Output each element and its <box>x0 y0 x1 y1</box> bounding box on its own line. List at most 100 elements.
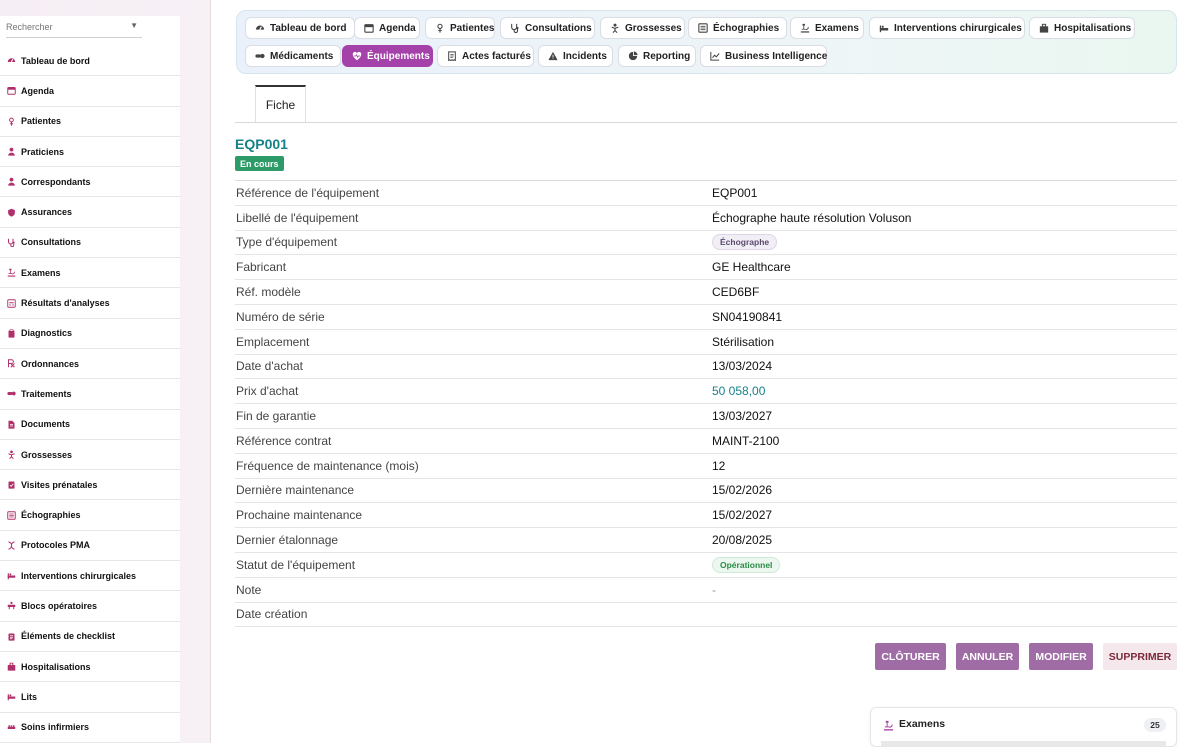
sidebar-item-label: Éléments de checklist <box>21 631 116 642</box>
sidebar-item-label: Tableau de bord <box>21 55 90 66</box>
sidebar-item-patientes[interactable]: Patientes <box>0 107 180 137</box>
sidebar-item-traitements[interactable]: Traitements <box>0 379 180 410</box>
field-value: Échographe haute résolution Voluson <box>712 210 912 225</box>
field-label: Fabricant <box>236 260 287 275</box>
lab-results-icon <box>6 298 17 309</box>
tab-label: Business Intelligence <box>725 50 828 62</box>
close-record-button[interactable]: CLÔTURER <box>875 643 946 670</box>
sidebar-item-lits[interactable]: Lits <box>0 682 180 713</box>
tab-agenda[interactable]: Agenda <box>354 17 420 39</box>
detail-row-libelle-de-l-equipement: Libellé de l'équipement Échographe haute … <box>235 206 1177 231</box>
sidebar-item-label: Documents <box>21 419 71 430</box>
field-value: MAINT-2100 <box>712 433 780 448</box>
field-value: 13/03/2027 <box>712 409 773 424</box>
field-value: Échographe <box>712 234 778 251</box>
sidebar-item-echographies[interactable]: Échographies <box>0 500 180 531</box>
sidebar-item-interventions-chirurgicales[interactable]: Interventions chirurgicales <box>0 561 180 592</box>
pills-icon <box>255 51 265 62</box>
field-value: - <box>712 582 716 597</box>
doctor-icon <box>6 146 17 157</box>
tab-examens[interactable]: Examens <box>790 17 864 39</box>
sidebar-item-ordonnances[interactable]: Ordonnances <box>0 349 180 380</box>
status-badge: Opérationnel <box>712 556 781 573</box>
tab-medicaments[interactable]: Médicaments <box>245 45 341 67</box>
sidebar-item-visites-prenatales[interactable]: Visites prénatales <box>0 470 180 501</box>
tab-echographies[interactable]: Échographies <box>688 17 787 39</box>
tab-incidents[interactable]: Incidents <box>538 45 613 67</box>
tab-grossesses[interactable]: Grossesses <box>600 17 685 39</box>
search-input[interactable] <box>6 17 124 37</box>
tab-actes-factures[interactable]: Actes facturés <box>437 45 534 67</box>
detail-row-fin-de-garantie: Fin de garantie 13/03/2027 <box>235 404 1177 429</box>
tab-patientes[interactable]: Patientes <box>425 17 495 39</box>
detail-row-reference-contrat: Référence contrat MAINT-2100 <box>235 429 1177 454</box>
ultrasound-icon <box>698 23 708 34</box>
sidebar-item-praticiens[interactable]: Praticiens <box>0 137 180 168</box>
sidebar-item-label: Assurances <box>21 207 73 218</box>
sidebar-item-label: Protocoles PMA <box>21 540 91 551</box>
sidebar-item-resultats-d-analyses[interactable]: Résultats d'analyses <box>0 288 180 319</box>
sidebar-item-label: Échographies <box>21 510 81 521</box>
sidebar-item-protocoles-pma[interactable]: Protocoles PMA <box>0 531 180 562</box>
field-value: 20/08/2025 <box>712 533 773 548</box>
sidebar-item-assurances[interactable]: Assurances <box>0 197 180 228</box>
tab-business-intelligence[interactable]: Business Intelligence <box>700 45 827 67</box>
tab-tableau-de-bord[interactable]: Tableau de bord <box>245 17 355 39</box>
sidebar-item-hospitalisations[interactable]: Hospitalisations <box>0 652 180 683</box>
stethoscope-icon <box>6 237 17 248</box>
sidebar-item-soins-infirmiers[interactable]: Soins infirmiers <box>0 713 180 743</box>
sidebar-item-diagnostics[interactable]: Diagnostics <box>0 319 180 349</box>
sidebar-item-label: Praticiens <box>21 146 65 157</box>
sidebar-item-consultations[interactable]: Consultations <box>0 228 180 259</box>
tab-label: Agenda <box>379 22 416 34</box>
tab-consultations[interactable]: Consultations <box>500 17 595 39</box>
sidebar-item-label: Patientes <box>21 116 62 127</box>
cancel-button[interactable]: ANNULER <box>956 643 1019 670</box>
type-badge: Échographe <box>712 234 778 251</box>
sidebar-item-blocs-operatoires[interactable]: Blocs opératoires <box>0 591 180 622</box>
chevron-down-icon[interactable]: ▼ <box>130 21 138 30</box>
detail-row-prix-d-achat: Prix d'achat 50 058,00 <box>235 379 1177 405</box>
sidebar-item-tableau-de-bord[interactable]: Tableau de bord <box>0 46 180 77</box>
sidebar-item-grossesses[interactable]: Grossesses <box>0 440 180 471</box>
tab-hospitalisations[interactable]: Hospitalisations <box>1029 17 1135 39</box>
edit-button[interactable]: MODIFIER <box>1029 643 1093 670</box>
sidebar-search[interactable]: ▼ <box>6 16 142 38</box>
sidebar-item-agenda[interactable]: Agenda <box>0 76 180 107</box>
delete-button[interactable]: SUPPRIMER <box>1103 643 1177 670</box>
sidebar-item-label: Visites prénatales <box>21 479 98 490</box>
calendar-icon <box>364 23 374 34</box>
stethoscope-icon <box>510 23 520 34</box>
tab-fiche[interactable]: Fiche <box>255 85 306 123</box>
nurse-care-icon <box>6 722 17 733</box>
sidebar-item-correspondants[interactable]: Correspondants <box>0 167 180 198</box>
sidebar-item-label: Correspondants <box>21 176 91 187</box>
sidebar-item-elements-de-checklist[interactable]: Éléments de checklist <box>0 622 180 652</box>
sidebar-item-documents[interactable]: Documents <box>0 410 180 440</box>
document-icon <box>6 419 17 430</box>
tab-label: Médicaments <box>270 50 334 62</box>
exams-card[interactable]: Examens 25 <box>870 707 1177 747</box>
detail-row-prochaine-maintenance: Prochaine maintenance 15/02/2027 <box>235 503 1177 529</box>
tab-equipements[interactable]: Équipements <box>342 45 433 67</box>
tab-interventions-chirurgicales[interactable]: Interventions chirurgicales <box>869 17 1025 39</box>
detail-row-emplacement: Emplacement Stérilisation <box>235 330 1177 355</box>
field-label: Date création <box>236 607 308 622</box>
hospital-icon <box>1039 23 1049 34</box>
microscope-icon <box>800 23 810 34</box>
sidebar-item-label: Interventions chirurgicales <box>21 570 137 581</box>
detail-table: Référence de l'équipement EQP001 Libellé d… <box>235 180 1177 628</box>
tab-label: Tableau de bord <box>270 22 347 34</box>
field-label: Dernière maintenance <box>236 483 355 498</box>
heart-pulse-icon <box>352 51 362 62</box>
tab-label: Grossesses <box>625 22 682 34</box>
tab-reporting[interactable]: Reporting <box>618 45 696 67</box>
divider <box>235 122 1177 123</box>
detail-row-note: Note - <box>235 578 1177 603</box>
tab-label: Actes facturés <box>462 50 531 62</box>
sidebar-item-examens[interactable]: Examens <box>0 258 180 289</box>
detail-row-fabricant: Fabricant GE Healthcare <box>235 255 1177 281</box>
invoice-icon <box>447 51 457 62</box>
dna-icon <box>6 540 17 551</box>
tab-label: Consultations <box>525 22 592 34</box>
